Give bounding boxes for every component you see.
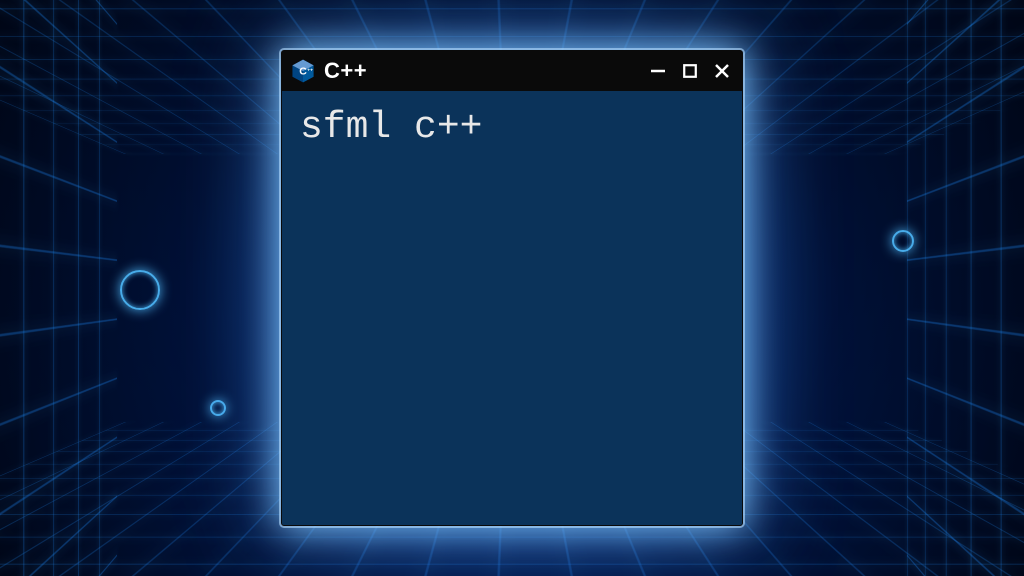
window-glow: C + + C++ bbox=[281, 50, 743, 526]
titlebar[interactable]: C + + C++ bbox=[282, 51, 742, 91]
close-button[interactable] bbox=[712, 61, 732, 81]
window-controls bbox=[648, 61, 732, 81]
minimize-button[interactable] bbox=[648, 61, 668, 81]
terminal-content[interactable]: sfml c++ bbox=[282, 91, 742, 525]
cpp-icon: C + + bbox=[290, 58, 316, 84]
maximize-button[interactable] bbox=[680, 61, 700, 81]
terminal-window: C + + C++ bbox=[281, 50, 743, 526]
svg-text:C: C bbox=[299, 66, 307, 78]
svg-text:+: + bbox=[310, 68, 313, 73]
window-title: C++ bbox=[324, 58, 640, 84]
